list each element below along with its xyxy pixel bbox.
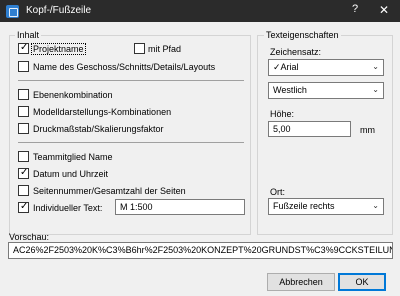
datum-checkbox[interactable] — [18, 166, 29, 179]
chevron-down-icon: ⌄ — [372, 85, 379, 94]
hoehe-input[interactable]: 5,00 — [268, 121, 351, 137]
inhalt-separator-1 — [18, 80, 244, 81]
ok-button[interactable]: OK — [338, 273, 386, 291]
inhalt-group-title: Inhalt — [15, 30, 42, 40]
mit-pfad-checkbox[interactable] — [134, 43, 145, 54]
geschoss-label[interactable]: Name des Geschoss/Schnitts/Details/Layou… — [33, 62, 215, 72]
font-select-value: ✓Arial — [273, 62, 299, 72]
individuell-checkbox[interactable] — [18, 200, 29, 213]
vorschau-field: AC26%2F2503%20K%C3%B6hr%2F2503%20KONZEPT… — [8, 242, 393, 259]
dialog-body: Inhalt Projektname mit Pfad Name des Ges… — [0, 22, 400, 296]
title-bar: Kopf-/Fußzeile ? ✕ — [0, 0, 400, 22]
datum-label[interactable]: Datum und Uhrzeit — [33, 169, 108, 179]
script-select[interactable]: Westlich ⌄ — [268, 82, 384, 99]
team-label[interactable]: Teammitglied Name — [33, 152, 113, 162]
ebenen-checkbox[interactable] — [18, 89, 29, 100]
individuell-text-input[interactable]: M 1:500 — [115, 199, 245, 215]
hoehe-unit: mm — [360, 125, 375, 135]
zeichensatz-label: Zeichensatz: — [270, 47, 322, 57]
script-select-value: Westlich — [273, 85, 307, 95]
chevron-down-icon: ⌄ — [372, 62, 379, 71]
individuell-label[interactable]: Individueller Text: — [33, 203, 102, 213]
hoehe-label: Höhe: — [270, 109, 295, 119]
cancel-button[interactable]: Abbrechen — [267, 273, 335, 291]
window-title: Kopf-/Fußzeile — [26, 5, 92, 16]
help-icon[interactable]: ? — [348, 3, 362, 15]
seiten-label[interactable]: Seitennummer/Gesamtzahl der Seiten — [33, 186, 186, 196]
seiten-checkbox[interactable] — [18, 185, 29, 196]
druck-checkbox[interactable] — [18, 123, 29, 134]
mit-pfad-label[interactable]: mit Pfad — [148, 44, 181, 54]
geschoss-checkbox[interactable] — [18, 61, 29, 72]
app-icon — [6, 5, 19, 18]
chevron-down-icon: ⌄ — [372, 201, 379, 210]
projektname-checkbox[interactable] — [18, 41, 29, 54]
font-select[interactable]: ✓Arial ⌄ — [268, 59, 384, 76]
inhalt-separator-2 — [18, 142, 244, 143]
ebenen-label[interactable]: Ebenenkombination — [33, 90, 113, 100]
druck-label[interactable]: Druckmaßstab/Skalierungsfaktor — [33, 124, 164, 134]
text-group-title: Texteigenschaften — [264, 30, 341, 40]
close-icon[interactable]: ✕ — [375, 3, 393, 17]
projektname-label[interactable]: Projektname — [31, 43, 86, 55]
ort-select[interactable]: Fußzeile rechts ⌄ — [268, 198, 384, 215]
modell-checkbox[interactable] — [18, 106, 29, 117]
team-checkbox[interactable] — [18, 151, 29, 162]
vorschau-label: Vorschau: — [9, 232, 50, 242]
ort-select-value: Fußzeile rechts — [273, 201, 335, 211]
ort-label: Ort: — [270, 187, 285, 197]
modell-label[interactable]: Modelldarstellungs-Kombinationen — [33, 107, 171, 117]
